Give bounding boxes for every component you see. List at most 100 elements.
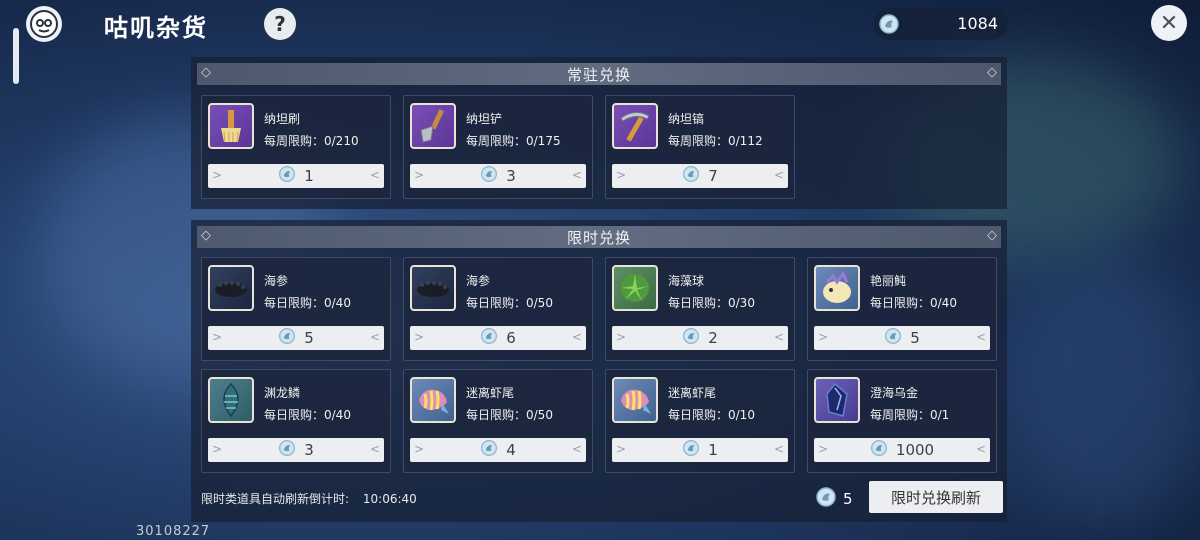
- page-title: 咕叽杂货: [104, 14, 208, 42]
- item-card[interactable]: 迷离虾尾 每日限购：0/10 >1 <: [605, 369, 795, 473]
- chevron-left-icon: <: [975, 442, 986, 456]
- purchase-limit: 每日限购：0/10: [668, 408, 755, 422]
- item-name: 纳坦刷: [264, 112, 301, 126]
- price-value: 1: [304, 167, 314, 185]
- dark-gold-ore-icon: [814, 377, 860, 423]
- chevron-left-icon: <: [773, 442, 784, 456]
- ornament-left-icon: ◇: [201, 65, 211, 80]
- ornament-right-icon: ◇: [987, 228, 997, 243]
- buy-button[interactable]: >3 <: [410, 164, 586, 188]
- seaweed-ball-icon: [612, 265, 658, 311]
- shovel-icon: [410, 103, 456, 149]
- limited-refresh-button[interactable]: 限时兑换刷新: [869, 481, 1003, 513]
- purchase-limit: 每日限购：0/50: [466, 296, 553, 310]
- buy-button[interactable]: >6 <: [410, 326, 586, 350]
- chevron-left-icon: <: [975, 330, 986, 344]
- price-value: 2: [708, 329, 718, 347]
- coin-icon: [682, 439, 700, 461]
- price-value: 5: [910, 329, 920, 347]
- chevron-left-icon: <: [369, 168, 380, 182]
- purchase-limit: 每日限购：0/40: [870, 296, 957, 310]
- item-card[interactable]: 渊龙鳞 每日限购：0/40 >3 <: [201, 369, 391, 473]
- item-name: 艳丽鲀: [870, 274, 907, 288]
- price-value: 6: [506, 329, 516, 347]
- refresh-cost-value: 5: [843, 490, 853, 508]
- currency-display: 1084: [874, 8, 1008, 40]
- item-name: 澄海乌金: [870, 386, 919, 400]
- price-value: 3: [506, 167, 516, 185]
- shop-logo-icon: [26, 6, 62, 42]
- item-name: 海参: [466, 274, 491, 288]
- buy-button[interactable]: >1 <: [612, 438, 788, 462]
- item-card[interactable]: 艳丽鲀每日限购：0/40 >5 <: [807, 257, 997, 361]
- item-name: 迷离虾尾: [466, 386, 515, 400]
- sea-cucumber-icon: [208, 265, 254, 311]
- section-header-regular: ◇ 常驻兑换 ◇: [197, 63, 1001, 85]
- scroll-handle[interactable]: [13, 28, 19, 84]
- price-value: 1000: [895, 441, 935, 459]
- price-value: 1: [708, 441, 718, 459]
- sea-cucumber-icon: [410, 265, 456, 311]
- chevron-left-icon: <: [773, 168, 784, 182]
- buy-button[interactable]: >4 <: [410, 438, 586, 462]
- ornament-left-icon: ◇: [201, 228, 211, 243]
- top-bar: 咕叽杂货 ? 1084 ✕: [0, 0, 1200, 50]
- buy-button[interactable]: >3 <: [208, 438, 384, 462]
- purchase-limit: 每日限购：0/40: [264, 408, 351, 422]
- coin-icon: [278, 165, 296, 187]
- item-card[interactable]: 澄海乌金 每周限购：0/1 >1000 <: [807, 369, 997, 473]
- chevron-right-icon: >: [212, 168, 223, 182]
- purchase-limit: 每周限购：0/210: [264, 134, 359, 148]
- close-icon: ✕: [1159, 10, 1179, 36]
- coin-icon: [870, 439, 888, 461]
- purchase-limit: 每日限购：0/50: [466, 408, 553, 422]
- coin-icon: [815, 486, 837, 512]
- item-card[interactable]: 纳坦刷每周限购：0/210 >1 <: [201, 95, 391, 199]
- buy-button[interactable]: >5 <: [208, 326, 384, 350]
- chevron-right-icon: >: [616, 330, 627, 344]
- chevron-right-icon: >: [818, 330, 829, 344]
- item-name: 海藻球: [668, 274, 705, 288]
- item-card[interactable]: 纳坦镐 每周限购：0/112 >7 <: [605, 95, 795, 199]
- brush-icon: [208, 103, 254, 149]
- chevron-left-icon: <: [571, 442, 582, 456]
- coin-icon: [884, 327, 902, 349]
- currency-amount: 1084: [957, 14, 998, 33]
- buy-button[interactable]: >5 <: [814, 326, 990, 350]
- chevron-left-icon: <: [369, 442, 380, 456]
- refresh-timer: 10:06:40: [362, 492, 417, 506]
- coin-icon: [682, 327, 700, 349]
- chevron-right-icon: >: [616, 168, 627, 182]
- item-name: 纳坦铲: [466, 112, 503, 126]
- dragon-scale-icon: [208, 377, 254, 423]
- item-card[interactable]: 迷离虾尾每日限购：0/50 >4 <: [403, 369, 593, 473]
- buy-button[interactable]: >7 <: [612, 164, 788, 188]
- item-name: 纳坦镐: [668, 112, 705, 126]
- price-value: 7: [708, 167, 718, 185]
- item-card[interactable]: 海参 每日限购：0/50 >6 <: [403, 257, 593, 361]
- shrimp-tail-icon: [410, 377, 456, 423]
- close-button[interactable]: ✕: [1151, 5, 1187, 41]
- buy-button[interactable]: >1000 <: [814, 438, 990, 462]
- chevron-right-icon: >: [414, 442, 425, 456]
- buy-button[interactable]: >1 <: [208, 164, 384, 188]
- coin-icon: [480, 439, 498, 461]
- item-card[interactable]: 海藻球 每日限购：0/30 >2 <: [605, 257, 795, 361]
- pickaxe-icon: [612, 103, 658, 149]
- limited-exchange-panel: ◇ 限时兑换 ◇ 海参 每日限购：0/40 >5 < 海参 每日限购：0/50 >6 < 海藻球…: [191, 220, 1007, 522]
- chevron-right-icon: >: [616, 442, 627, 456]
- price-value: 4: [506, 441, 516, 459]
- coin-icon: [278, 327, 296, 349]
- refresh-countdown: 限时类道具自动刷新倒计时: 10:06:40: [201, 490, 417, 507]
- refresh-cost: 5: [815, 486, 853, 512]
- help-button[interactable]: ?: [264, 8, 296, 40]
- pufferfish-icon: [814, 265, 860, 311]
- chevron-left-icon: <: [571, 168, 582, 182]
- buy-button[interactable]: >2 <: [612, 326, 788, 350]
- item-card[interactable]: 纳坦铲 每周限购：0/175 >3 <: [403, 95, 593, 199]
- coin-icon: [480, 165, 498, 187]
- item-card[interactable]: 海参 每日限购：0/40 >5 <: [201, 257, 391, 361]
- chevron-left-icon: <: [773, 330, 784, 344]
- chevron-left-icon: <: [571, 330, 582, 344]
- chevron-right-icon: >: [414, 168, 425, 182]
